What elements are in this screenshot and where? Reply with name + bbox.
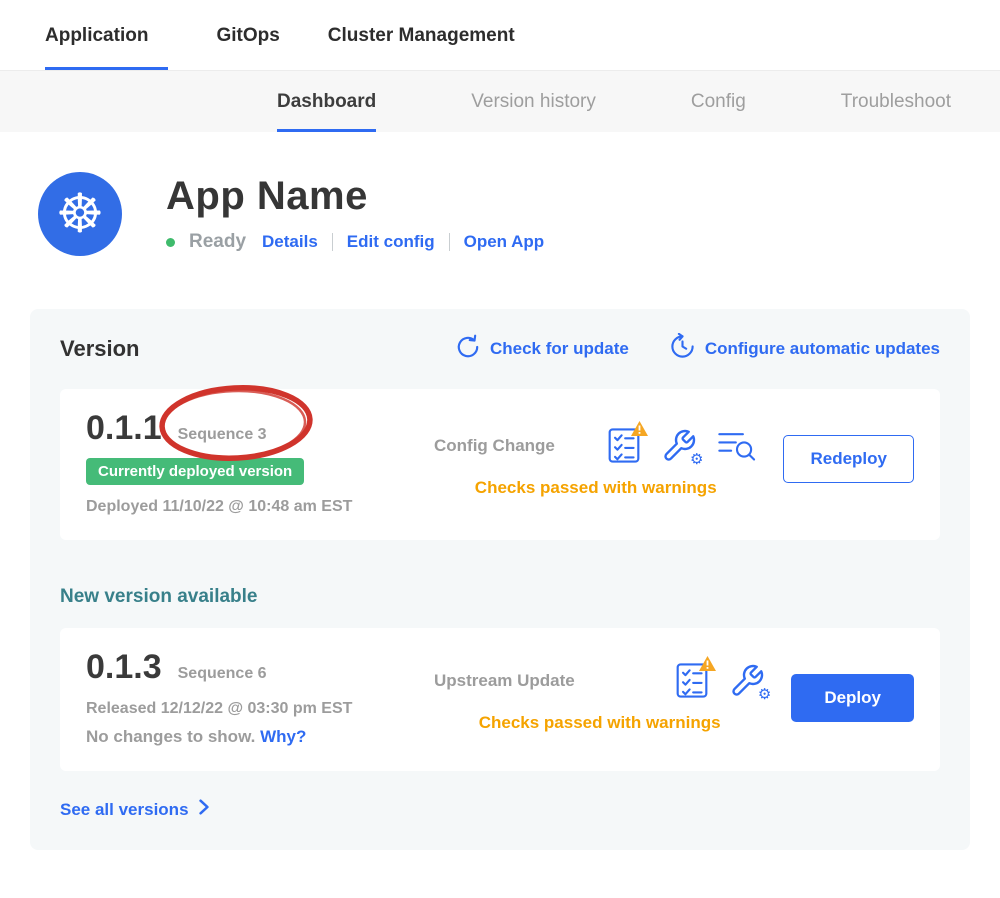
current-version-middle: Config Change bbox=[416, 409, 783, 516]
top-nav: Application GitOps Cluster Management bbox=[0, 0, 1000, 70]
available-version-action: Deploy bbox=[791, 648, 914, 747]
released-timestamp: Released 12/12/22 @ 03:30 pm EST bbox=[86, 700, 416, 718]
current-version-action: Redeploy bbox=[783, 409, 914, 516]
redeploy-button[interactable]: Redeploy bbox=[783, 435, 914, 483]
check-for-update-label: Check for update bbox=[490, 339, 629, 359]
nav-item-gitops[interactable]: GitOps bbox=[216, 25, 279, 70]
see-all-versions-link[interactable]: See all versions bbox=[60, 799, 210, 820]
tab-troubleshoot[interactable]: Troubleshoot bbox=[841, 71, 951, 132]
nav-item-application[interactable]: Application bbox=[45, 25, 168, 70]
deploy-button[interactable]: Deploy bbox=[791, 674, 914, 722]
checks-warning-text: Checks passed with warnings bbox=[434, 713, 765, 733]
tab-dashboard[interactable]: Dashboard bbox=[277, 71, 376, 132]
config-wrench-gear-icon[interactable]: ⚙ bbox=[661, 428, 697, 464]
preflight-checklist-warning-icon[interactable] bbox=[675, 662, 709, 699]
version-line: 0.1.3 Sequence 6 bbox=[86, 648, 416, 687]
current-version-number: 0.1.1 bbox=[86, 409, 162, 448]
view-diff-search-icon[interactable] bbox=[717, 428, 757, 464]
nav-item-cluster-management[interactable]: Cluster Management bbox=[328, 25, 515, 70]
edit-config-link[interactable]: Edit config bbox=[347, 232, 435, 252]
refresh-icon bbox=[455, 334, 481, 365]
chevron-right-icon bbox=[198, 799, 210, 820]
checks-warning-text: Checks passed with warnings bbox=[434, 478, 757, 498]
auto-update-clock-icon bbox=[669, 333, 696, 365]
version-actions: Check for update Configure automatic upd… bbox=[455, 333, 940, 365]
version-heading: Version bbox=[60, 336, 139, 362]
new-version-heading: New version available bbox=[60, 586, 940, 608]
no-changes-label: No changes to show. bbox=[86, 727, 255, 746]
available-version-card: 0.1.3 Sequence 6 Released 12/12/22 @ 03:… bbox=[60, 628, 940, 771]
no-changes-text: No changes to show. Why? bbox=[86, 727, 416, 747]
tab-config[interactable]: Config bbox=[691, 71, 746, 132]
available-change-row: Upstream Update bbox=[434, 662, 765, 699]
preflight-checklist-warning-icon[interactable] bbox=[607, 427, 641, 464]
warning-triangle-icon bbox=[630, 420, 649, 437]
version-panel-header: Version Check for update bbox=[60, 333, 940, 365]
status-badge: Ready bbox=[189, 231, 246, 253]
app-header: ☸ App Name Ready Details Edit config Ope… bbox=[38, 172, 1000, 256]
configure-automatic-updates-label: Configure automatic updates bbox=[705, 339, 940, 359]
tab-version-history[interactable]: Version history bbox=[471, 71, 596, 132]
current-sequence-label: Sequence 3 bbox=[178, 426, 267, 444]
status-row: Ready Details Edit config Open App bbox=[166, 231, 544, 253]
gear-icon: ⚙ bbox=[690, 452, 703, 467]
check-for-update-button[interactable]: Check for update bbox=[455, 334, 629, 365]
available-version-middle: Upstream Update bbox=[416, 648, 791, 747]
change-type-label: Config Change bbox=[434, 436, 555, 456]
deployed-timestamp: Deployed 11/10/22 @ 10:48 am EST bbox=[86, 498, 416, 516]
divider bbox=[449, 233, 450, 251]
check-icons-row: ⚙ bbox=[607, 427, 757, 464]
change-type-label: Upstream Update bbox=[434, 671, 575, 691]
current-version-card: 0.1.1 Sequence 3 Currently deployed vers… bbox=[60, 389, 940, 540]
config-wrench-gear-icon[interactable]: ⚙ bbox=[729, 663, 765, 699]
check-icons-row: ⚙ bbox=[675, 662, 765, 699]
app-header-info: App Name Ready Details Edit config Open … bbox=[166, 172, 544, 253]
version-line: 0.1.1 Sequence 3 bbox=[86, 409, 416, 448]
current-version-info: 0.1.1 Sequence 3 Currently deployed vers… bbox=[86, 409, 416, 516]
sub-nav: Dashboard Version history Config Trouble… bbox=[0, 70, 1000, 132]
available-sequence-label: Sequence 6 bbox=[178, 665, 267, 683]
kubernetes-logo-icon: ☸ bbox=[38, 172, 122, 256]
why-link[interactable]: Why? bbox=[260, 727, 306, 746]
available-version-info: 0.1.3 Sequence 6 Released 12/12/22 @ 03:… bbox=[86, 648, 416, 747]
see-all-versions-label: See all versions bbox=[60, 800, 189, 820]
configure-automatic-updates-button[interactable]: Configure automatic updates bbox=[669, 333, 940, 365]
version-panel: Version Check for update bbox=[30, 309, 970, 850]
gear-icon: ⚙ bbox=[758, 687, 771, 702]
page-title: App Name bbox=[166, 174, 544, 219]
available-version-number: 0.1.3 bbox=[86, 648, 162, 687]
details-link[interactable]: Details bbox=[262, 232, 318, 252]
current-change-row: Config Change bbox=[434, 427, 757, 464]
currently-deployed-badge: Currently deployed version bbox=[86, 458, 304, 485]
open-app-link[interactable]: Open App bbox=[464, 232, 545, 252]
status-dot-icon bbox=[166, 238, 175, 247]
divider bbox=[332, 233, 333, 251]
warning-triangle-icon bbox=[698, 655, 717, 672]
